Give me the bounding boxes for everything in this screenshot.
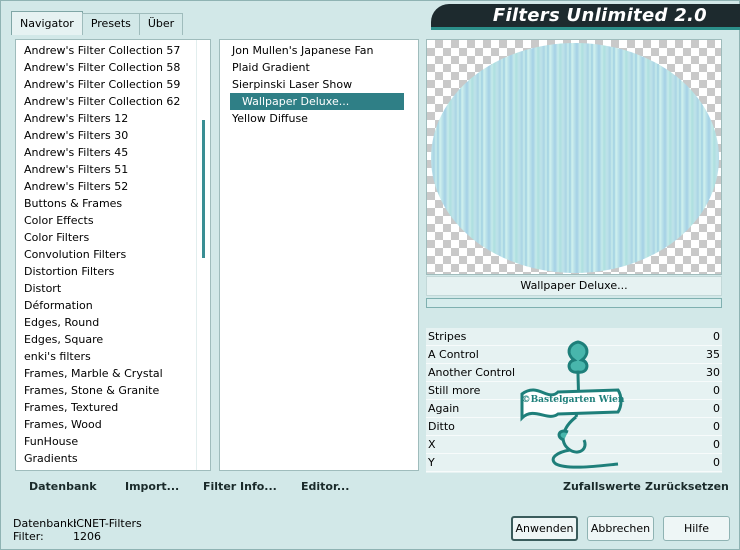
random-values-button[interactable]: Zufallswerte: [563, 480, 641, 493]
tab-bar: Navigator Presets Über: [11, 11, 184, 35]
category-list-item[interactable]: Andrew's Filter Collection 57: [16, 42, 196, 59]
category-list-item[interactable]: Color Effects: [16, 212, 196, 229]
category-scrollbar[interactable]: [196, 40, 210, 470]
category-list-item[interactable]: Frames, Stone & Granite: [16, 382, 196, 399]
watermark-flower-logo: ©Bastelgarten Wien: [520, 340, 625, 469]
database-label: Datenbank:: [13, 517, 78, 530]
category-list-item[interactable]: Color Filters: [16, 229, 196, 246]
filter-info-button[interactable]: Filter Info...: [203, 480, 277, 493]
category-list-item[interactable]: Andrew's Filters 52: [16, 178, 196, 195]
category-list-item[interactable]: enki's filters: [16, 348, 196, 365]
parameter-label: Still more: [428, 384, 481, 397]
parameter-panel: Stripes 0 A Control 35 Another Control 30 Stil…: [426, 328, 722, 473]
category-list-item[interactable]: Frames, Textured: [16, 399, 196, 416]
database-button[interactable]: Datenbank: [29, 480, 97, 493]
parameter-value[interactable]: 35: [706, 346, 720, 364]
category-list-item[interactable]: Edges, Round: [16, 314, 196, 331]
preview-filter-name: Wallpaper Deluxe...: [426, 276, 722, 296]
parameter-value[interactable]: 0: [713, 400, 720, 418]
category-list-item[interactable]: Edges, Square: [16, 331, 196, 348]
status-area: Datenbank: ICNET-Filters Filter: 1206: [13, 517, 142, 543]
filter-count-label: Filter:: [13, 530, 44, 543]
category-list-panel: Andrew's Filter Collection 57 Andrew's Fi…: [15, 39, 211, 471]
cancel-button[interactable]: Abbrechen: [587, 516, 654, 541]
category-list-item[interactable]: Frames, Marble & Crystal: [16, 365, 196, 382]
app-title: Filters Unlimited 2.0: [492, 5, 707, 26]
progress-bar: [426, 298, 722, 308]
category-list-item[interactable]: Frames, Wood: [16, 416, 196, 433]
category-list-item[interactable]: Andrew's Filters 30: [16, 127, 196, 144]
category-list-item[interactable]: Distortion Filters: [16, 263, 196, 280]
category-scrollbar-thumb[interactable]: [202, 120, 205, 258]
category-list-item[interactable]: Buttons & Frames: [16, 195, 196, 212]
category-list-item[interactable]: Gradients: [16, 450, 196, 467]
category-list: Andrew's Filter Collection 57 Andrew's Fi…: [16, 42, 196, 467]
filter-list-item[interactable]: Jon Mullen's Japanese Fan: [220, 42, 404, 59]
parameter-label: X: [428, 438, 436, 451]
parameter-label: A Control: [428, 348, 479, 361]
import-button[interactable]: Import...: [125, 480, 179, 493]
tab-presets[interactable]: Presets: [81, 13, 140, 35]
parameter-value[interactable]: 30: [706, 364, 720, 382]
filter-count-value: 1206: [73, 530, 101, 543]
parameter-value[interactable]: 0: [713, 382, 720, 400]
filter-list: Jon Mullen's Japanese Fan Plaid Gradient S…: [220, 42, 404, 127]
category-list-item[interactable]: Andrew's Filter Collection 58: [16, 59, 196, 76]
help-button[interactable]: Hilfe: [663, 516, 730, 541]
filter-list-item[interactable]: Yellow Diffuse: [220, 110, 404, 127]
category-list-item[interactable]: Déformation: [16, 297, 196, 314]
preview-image: [431, 43, 719, 273]
parameter-label: Stripes: [428, 330, 467, 343]
category-list-item[interactable]: Andrew's Filters 12: [16, 110, 196, 127]
watermark-text: ©Bastelgarten Wien: [522, 395, 625, 405]
category-list-item[interactable]: Andrew's Filter Collection 62: [16, 93, 196, 110]
parameter-label: Again: [428, 402, 460, 415]
filter-list-item[interactable]: Wallpaper Deluxe...: [230, 93, 404, 110]
category-list-item[interactable]: Andrew's Filters 51: [16, 161, 196, 178]
category-list-item[interactable]: Andrew's Filters 45: [16, 144, 196, 161]
reset-button[interactable]: Zurücksetzen: [645, 480, 729, 493]
tab-about[interactable]: Über: [138, 13, 184, 35]
category-list-item[interactable]: Distort: [16, 280, 196, 297]
parameter-label: Another Control: [428, 366, 516, 379]
apply-button[interactable]: Anwenden: [511, 516, 578, 541]
category-list-item[interactable]: Andrew's Filter Collection 59: [16, 76, 196, 93]
editor-button[interactable]: Editor...: [301, 480, 349, 493]
parameter-value[interactable]: 0: [713, 328, 720, 346]
title-banner: Filters Unlimited 2.0: [431, 4, 740, 30]
database-value: ICNET-Filters: [73, 517, 142, 530]
parameter-label: Ditto: [428, 420, 455, 433]
parameter-value[interactable]: 0: [713, 454, 720, 472]
category-list-item[interactable]: Convolution Filters: [16, 246, 196, 263]
preview-pane: [426, 39, 722, 275]
parameter-label: Y: [428, 456, 435, 469]
action-link-bar: Datenbank Import... Filter Info... Edito…: [11, 476, 729, 500]
filters-unlimited-window: Navigator Presets Über Filters Unlimited…: [0, 0, 740, 550]
tab-navigator[interactable]: Navigator: [11, 11, 83, 35]
filter-list-item[interactable]: Sierpinski Laser Show: [220, 76, 404, 93]
parameter-value[interactable]: 0: [713, 418, 720, 436]
filter-list-item[interactable]: Plaid Gradient: [220, 59, 404, 76]
parameter-value[interactable]: 0: [713, 436, 720, 454]
filter-list-panel: Jon Mullen's Japanese Fan Plaid Gradient S…: [219, 39, 419, 471]
category-list-item[interactable]: FunHouse: [16, 433, 196, 450]
